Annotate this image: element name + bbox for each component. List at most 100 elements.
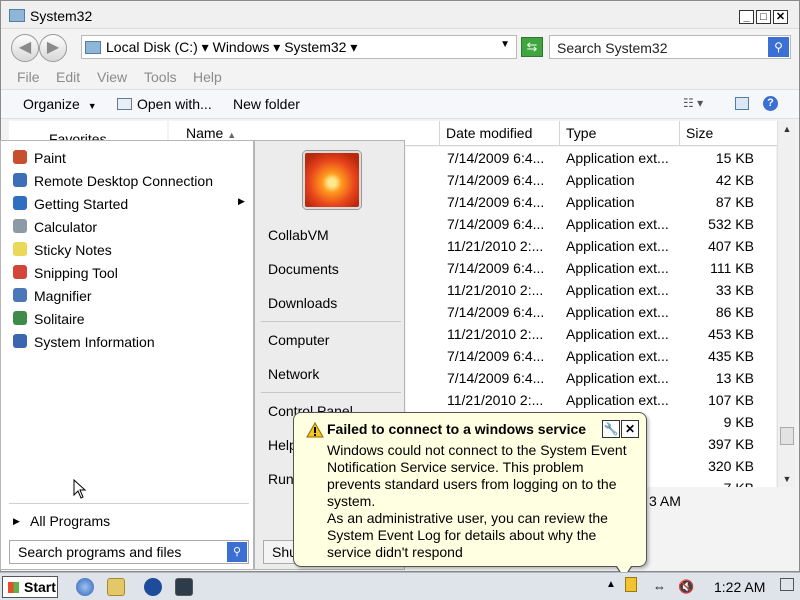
file-date: 11/21/2010 2:... xyxy=(447,238,544,254)
security-alert-icon[interactable] xyxy=(625,577,637,592)
file-type: Application ext... xyxy=(566,370,669,386)
internet-explorer-icon[interactable] xyxy=(76,578,94,596)
maximize-button[interactable]: □ xyxy=(756,10,771,24)
file-size: 532 KB xyxy=(708,216,754,232)
start-program-item[interactable]: Getting Started ▶ xyxy=(11,193,251,215)
file-date: 11/21/2010 2:... xyxy=(447,282,544,298)
table-row[interactable]: 7/14/2009 6:4... Application ext... 86 KB xyxy=(406,301,776,323)
start-program-item[interactable]: System Information xyxy=(11,331,251,353)
start-button[interactable]: Start xyxy=(2,576,58,598)
open-with-button[interactable]: Open with... xyxy=(117,96,212,112)
table-row[interactable]: 11/21/2010 2:... Application ext... 33 KB xyxy=(406,279,776,301)
table-row[interactable]: 11/21/2010 2:... Application ext... 107 KB xyxy=(406,389,776,411)
start-program-label: Calculator xyxy=(34,219,98,235)
show-hidden-icons-icon[interactable]: ▲ xyxy=(606,579,616,590)
minimize-button[interactable]: _ xyxy=(739,10,754,24)
column-date-modified[interactable]: Date modified xyxy=(440,121,560,146)
all-programs-button[interactable]: ▶ All Programs xyxy=(11,511,251,533)
file-date: 7/14/2009 6:4... xyxy=(447,216,545,232)
file-size: 111 KB xyxy=(710,260,754,276)
table-row[interactable]: 7/14/2009 6:4... Application ext... 111 KB xyxy=(406,257,776,279)
table-row[interactable]: 11/21/2010 2:... Application ext... 407 KB xyxy=(406,235,776,257)
refresh-button[interactable]: ⇆ xyxy=(521,37,543,57)
preview-pane-icon[interactable] xyxy=(735,97,749,110)
divider xyxy=(261,321,401,322)
snipping-tool-icon xyxy=(13,265,27,279)
start-program-item[interactable]: Sticky Notes xyxy=(11,239,251,261)
balloon-options-icon[interactable]: 🔧 xyxy=(602,420,620,438)
system-info-icon xyxy=(13,334,27,348)
start-search-box[interactable]: Search programs and files ⚲ xyxy=(9,540,249,564)
start-program-item[interactable]: Magnifier xyxy=(11,285,251,307)
help-icon[interactable]: ? xyxy=(763,96,778,111)
table-row[interactable]: 7/14/2009 6:4... Application ext... 532 KB xyxy=(406,213,776,235)
breadcrumb[interactable]: Local Disk (C:) ▾ Windows ▾ System32 ▾ xyxy=(106,39,357,56)
remote-desktop-icon xyxy=(13,173,27,187)
command-prompt-icon[interactable] xyxy=(175,578,193,596)
scroll-up-icon[interactable]: ▲ xyxy=(778,121,796,137)
search-box[interactable]: Search System32 ⚲ xyxy=(549,35,791,59)
organize-button[interactable]: Organize ▼ xyxy=(23,96,97,112)
file-size: 435 KB xyxy=(708,348,754,364)
start-search-input[interactable]: Search programs and files xyxy=(18,544,181,560)
scroll-down-icon[interactable]: ▼ xyxy=(778,471,796,487)
start-program-item[interactable]: Snipping Tool xyxy=(11,262,251,284)
file-size: 320 KB xyxy=(708,458,754,474)
explorer-icon[interactable] xyxy=(107,578,125,596)
table-row[interactable]: 11/21/2010 2:... Application ext... 453 KB xyxy=(406,323,776,345)
table-row[interactable]: 7/14/2009 6:4... Application ext... 13 KB xyxy=(406,367,776,389)
start-program-label: System Information xyxy=(34,334,155,350)
vertical-scrollbar[interactable]: ▲ ▼ xyxy=(777,121,795,487)
window-title: System32 xyxy=(30,8,93,24)
scrollbar-thumb[interactable] xyxy=(780,427,794,445)
view-options-icon[interactable]: ☷ ▾ xyxy=(683,96,703,110)
start-link-run[interactable]: Run xyxy=(268,471,294,487)
table-row[interactable]: 7/14/2009 6:4... Application 87 KB xyxy=(406,191,776,213)
address-bar[interactable]: Local Disk (C:) ▾ Windows ▾ System32 ▾ ▼ xyxy=(81,35,517,59)
show-desktop-icon[interactable] xyxy=(780,578,794,591)
menu-view[interactable]: View xyxy=(97,69,127,85)
forward-button[interactable]: ▶ xyxy=(39,34,67,62)
search-input[interactable]: Search System32 xyxy=(557,40,668,56)
balloon-close-button[interactable]: ✕ xyxy=(621,420,639,438)
start-link-documents[interactable]: Documents xyxy=(268,261,339,277)
menu-tools[interactable]: Tools xyxy=(144,69,177,85)
chevron-down-icon[interactable]: ▼ xyxy=(500,39,510,50)
status-detail: 3 AM xyxy=(649,493,681,509)
file-size: 87 KB xyxy=(715,194,754,210)
network-icon[interactable]: ⇔ xyxy=(653,579,666,594)
table-row[interactable]: 7/14/2009 6:4... Application ext... 435 KB xyxy=(406,345,776,367)
new-folder-button[interactable]: New folder xyxy=(233,96,300,112)
file-size: 9 KB xyxy=(723,414,754,430)
notification-balloon[interactable]: Failed to connect to a windows service 🔧… xyxy=(293,412,647,579)
menu-help[interactable]: Help xyxy=(193,69,222,85)
mouse-cursor-icon xyxy=(73,479,87,499)
folder-icon xyxy=(85,41,101,54)
menu-file[interactable]: File xyxy=(17,69,40,85)
start-program-item[interactable]: Calculator xyxy=(11,216,251,238)
media-player-icon[interactable] xyxy=(144,578,162,596)
start-program-item[interactable]: Remote Desktop Connection xyxy=(11,170,251,192)
clock[interactable]: 1:22 AM xyxy=(714,579,765,595)
file-date: 7/14/2009 6:4... xyxy=(447,370,545,386)
start-link-downloads[interactable]: Downloads xyxy=(268,295,337,311)
table-row[interactable]: 7/14/2009 6:4... Application ext... 15 KB xyxy=(406,147,776,169)
column-size[interactable]: Size xyxy=(680,121,777,146)
back-button[interactable]: ◀ xyxy=(11,34,39,62)
title-bar[interactable]: System32 _ □ ✕ xyxy=(1,1,799,29)
start-program-item[interactable]: Paint xyxy=(11,147,251,169)
start-link-collabvm[interactable]: CollabVM xyxy=(268,227,329,243)
file-date: 11/21/2010 2:... xyxy=(447,326,544,342)
start-program-item[interactable]: Solitaire xyxy=(11,308,251,330)
user-avatar[interactable] xyxy=(303,151,361,209)
column-type[interactable]: Type xyxy=(560,121,680,146)
start-link-network[interactable]: Network xyxy=(268,366,319,382)
menu-edit[interactable]: Edit xyxy=(56,69,80,85)
start-link-computer[interactable]: Computer xyxy=(268,332,329,348)
search-icon[interactable]: ⚲ xyxy=(227,542,247,562)
close-button[interactable]: ✕ xyxy=(773,10,788,24)
volume-muted-icon[interactable]: 🔇 xyxy=(678,579,694,595)
file-size: 7 KB xyxy=(724,480,754,487)
search-icon[interactable]: ⚲ xyxy=(768,37,789,57)
table-row[interactable]: 7/14/2009 6:4... Application 42 KB xyxy=(406,169,776,191)
